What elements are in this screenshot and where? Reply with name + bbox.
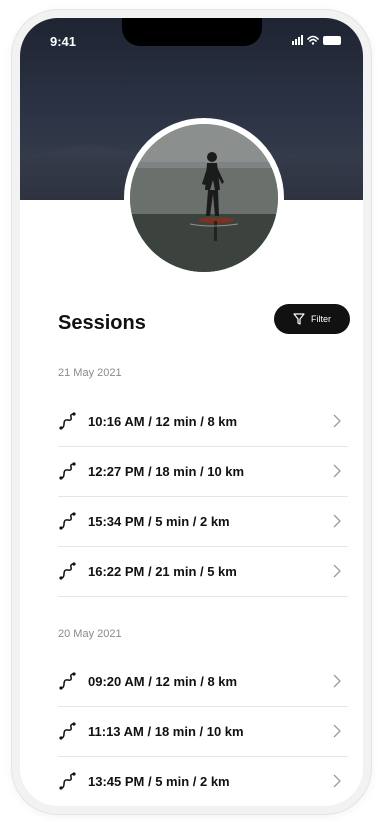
chevron-right-icon bbox=[333, 414, 341, 428]
route-icon bbox=[59, 772, 76, 790]
session-row[interactable]: 10:16 AM / 12 min / 8 km bbox=[58, 396, 348, 447]
chevron-right-icon bbox=[333, 774, 341, 788]
session-row[interactable]: 13:45 PM / 5 min / 2 km bbox=[58, 756, 348, 806]
session-label: 15:34 PM / 5 min / 2 km bbox=[88, 513, 230, 529]
chevron-right-icon bbox=[333, 674, 341, 688]
cellular-signal-icon bbox=[292, 35, 303, 45]
route-icon bbox=[59, 672, 76, 690]
session-row[interactable]: 09:20 AM / 12 min / 8 km bbox=[58, 656, 348, 707]
session-row[interactable]: 12:27 PM / 18 min / 10 km bbox=[58, 446, 348, 497]
filter-button[interactable]: Filter bbox=[274, 304, 350, 334]
chevron-right-icon bbox=[333, 514, 341, 528]
wifi-icon bbox=[307, 35, 319, 45]
session-row[interactable]: 15:34 PM / 5 min / 2 km bbox=[58, 496, 348, 547]
session-label: 09:20 AM / 12 min / 8 km bbox=[88, 673, 238, 689]
device-notch bbox=[122, 18, 262, 46]
session-label: 16:22 PM / 21 min / 5 km bbox=[88, 563, 237, 579]
session-label: 10:16 AM / 12 min / 8 km bbox=[88, 413, 238, 429]
route-icon bbox=[59, 722, 76, 740]
date-heading: 20 May 2021 bbox=[58, 628, 122, 640]
filter-icon bbox=[293, 313, 305, 325]
chevron-right-icon bbox=[333, 724, 341, 738]
route-icon bbox=[59, 462, 76, 480]
profile-avatar bbox=[124, 118, 284, 278]
date-heading: 21 May 2021 bbox=[58, 367, 122, 379]
route-icon bbox=[59, 412, 76, 430]
app-screen: 9:41 Sessions Filter 21 May 2021 10:16 A… bbox=[20, 18, 363, 806]
session-label: 13:45 PM / 5 min / 2 km bbox=[88, 773, 230, 789]
surfer-photo bbox=[130, 124, 278, 272]
status-icons bbox=[292, 35, 341, 45]
filter-label: Filter bbox=[311, 314, 331, 324]
session-label: 11:13 AM / 18 min / 10 km bbox=[88, 723, 244, 739]
chevron-right-icon bbox=[333, 564, 341, 578]
session-row[interactable]: 11:13 AM / 18 min / 10 km bbox=[58, 706, 348, 757]
phone-frame: 9:41 Sessions Filter 21 May 2021 10:16 A… bbox=[12, 10, 371, 814]
session-label: 12:27 PM / 18 min / 10 km bbox=[88, 463, 245, 479]
battery-icon bbox=[323, 36, 341, 45]
page-title: Sessions bbox=[58, 312, 146, 334]
status-time: 9:41 bbox=[50, 34, 77, 49]
route-icon bbox=[59, 512, 76, 530]
chevron-right-icon bbox=[333, 464, 341, 478]
session-row[interactable]: 16:22 PM / 21 min / 5 km bbox=[58, 546, 348, 597]
route-icon bbox=[59, 562, 76, 580]
